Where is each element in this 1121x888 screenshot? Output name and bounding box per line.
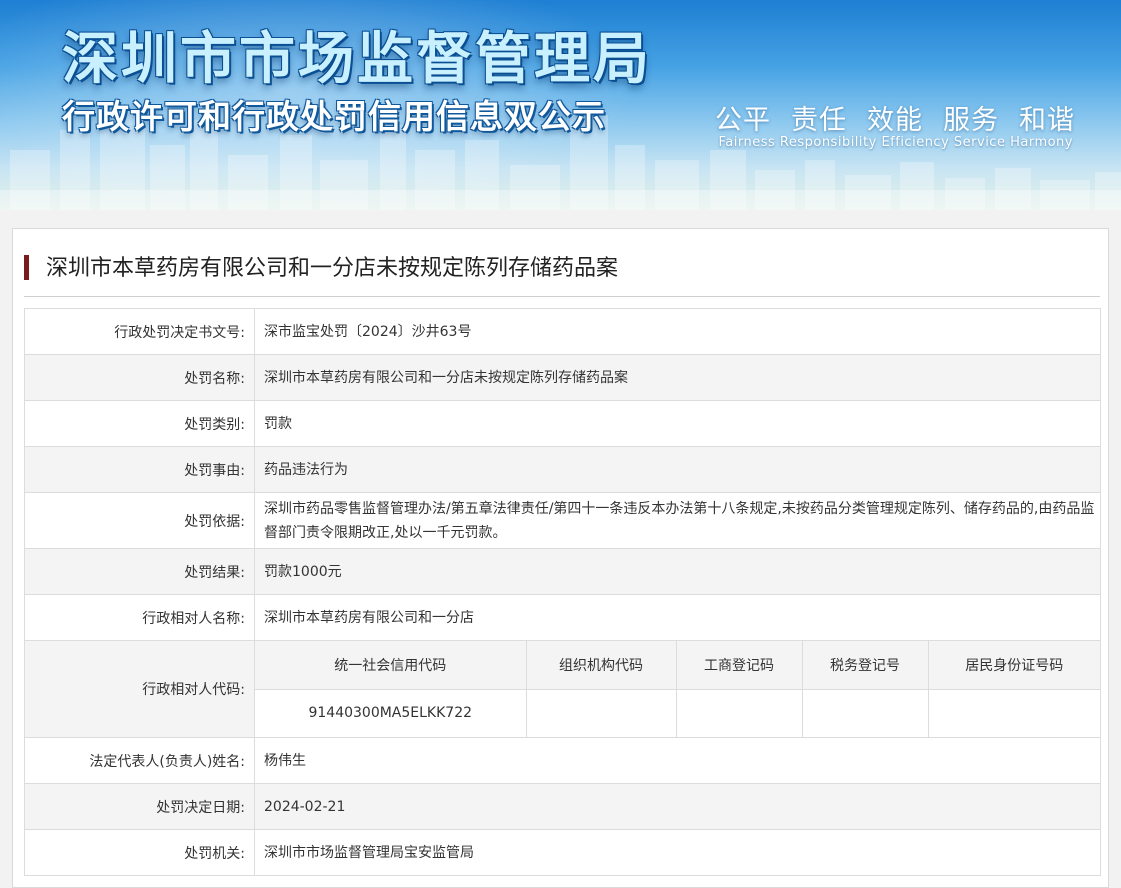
column-header: 税务登记号 <box>802 641 929 690</box>
field-label: 行政相对人代码: <box>24 640 255 738</box>
field-label: 行政相对人名称: <box>24 594 255 641</box>
table-row: 处罚机关: 深圳市市场监督管理局宝安监管局 <box>24 829 1101 876</box>
slogan-word: 和谐 <box>1019 105 1075 136</box>
slogan-english: Fairness Responsibility Efficiency Servi… <box>718 135 1073 150</box>
slogan-word: 服务 <box>943 105 999 136</box>
field-value: 杨伟生 <box>254 737 1101 784</box>
field-label: 处罚名称: <box>24 354 255 401</box>
party-code-value-row: 91440300MA5ELKK722 <box>255 689 1100 737</box>
field-value: 罚款 <box>254 400 1101 447</box>
column-header: 组织机构代码 <box>526 641 677 690</box>
table-row: 处罚名称: 深圳市本草药房有限公司和一分店未按规定陈列存储药品案 <box>24 354 1101 401</box>
field-label: 法定代表人(负责人)姓名: <box>24 737 255 784</box>
field-value: 深圳市本草药房有限公司和一分店 <box>254 594 1101 641</box>
table-row: 处罚类别: 罚款 <box>24 400 1101 447</box>
field-label: 处罚决定日期: <box>24 783 255 830</box>
table-row: 法定代表人(负责人)姓名: 杨伟生 <box>24 737 1101 784</box>
table-row: 处罚依据: 深圳市药品零售监督管理办法/第五章法律责任/第四十一条违反本办法第十… <box>24 492 1101 549</box>
field-value: 2024-02-21 <box>254 783 1101 830</box>
slogan-chinese: 公平 责任 效能 服务 和谐 <box>715 98 1075 137</box>
tax-reg-value <box>802 689 929 737</box>
field-value: 深市监宝处罚〔2024〕沙井63号 <box>254 308 1101 355</box>
credit-code-value: 91440300MA5ELKK722 <box>255 689 527 737</box>
case-title-block: 深圳市本草药房有限公司和一分店未按规定陈列存储药品案 <box>24 251 1100 297</box>
table-row: 行政相对人代码: 统一社会信用代码 组织机构代码 工商登记码 税务登记号 居民身… <box>24 640 1101 738</box>
org-code-value <box>526 689 677 737</box>
column-header: 居民身份证号码 <box>928 641 1100 690</box>
field-label: 处罚结果: <box>24 548 255 595</box>
slogan-word: 公平 <box>715 105 771 136</box>
field-value: 深圳市本草药房有限公司和一分店未按规定陈列存储药品案 <box>254 354 1101 401</box>
field-label: 行政处罚决定书文号: <box>24 308 255 355</box>
penalty-info-table: 行政处罚决定书文号: 深市监宝处罚〔2024〕沙井63号 处罚名称: 深圳市本草… <box>24 308 1101 876</box>
table-row: 处罚结果: 罚款1000元 <box>24 548 1101 595</box>
agency-title: 深圳市市场监督管理局 <box>62 27 652 92</box>
column-header: 统一社会信用代码 <box>255 641 527 690</box>
field-value: 罚款1000元 <box>254 548 1101 595</box>
table-row: 处罚决定日期: 2024-02-21 <box>24 783 1101 830</box>
field-value: 药品违法行为 <box>254 446 1101 493</box>
table-row: 行政处罚决定书文号: 深市监宝处罚〔2024〕沙井63号 <box>24 308 1101 355</box>
title-accent-bar <box>24 255 29 280</box>
table-row: 行政相对人名称: 深圳市本草药房有限公司和一分店 <box>24 594 1101 641</box>
slogan-word: 责任 <box>791 105 847 136</box>
business-reg-value <box>676 689 803 737</box>
table-row: 处罚事由: 药品违法行为 <box>24 446 1101 493</box>
party-code-cell: 统一社会信用代码 组织机构代码 工商登记码 税务登记号 居民身份证号码 9144… <box>254 640 1101 738</box>
id-card-value <box>928 689 1100 737</box>
content-panel: 深圳市本草药房有限公司和一分店未按规定陈列存储药品案 行政处罚决定书文号: 深市… <box>12 228 1109 888</box>
header-banner: 深圳市市场监督管理局 行政许可和行政处罚信用信息双公示 公平 责任 效能 服务 … <box>0 0 1121 210</box>
slogan-word: 效能 <box>867 105 923 136</box>
party-code-header-row: 统一社会信用代码 组织机构代码 工商登记码 税务登记号 居民身份证号码 <box>255 641 1100 690</box>
field-value: 深圳市药品零售监督管理办法/第五章法律责任/第四十一条违反本办法第十八条规定,未… <box>254 492 1101 549</box>
party-code-table: 统一社会信用代码 组织机构代码 工商登记码 税务登记号 居民身份证号码 9144… <box>255 641 1100 737</box>
field-label: 处罚依据: <box>24 492 255 549</box>
field-label: 处罚类别: <box>24 400 255 447</box>
site-subtitle: 行政许可和行政处罚信用信息双公示 <box>62 97 606 136</box>
field-label: 处罚机关: <box>24 829 255 876</box>
case-title: 深圳市本草药房有限公司和一分店未按规定陈列存储药品案 <box>46 256 619 281</box>
field-label: 处罚事由: <box>24 446 255 493</box>
field-value: 深圳市市场监督管理局宝安监管局 <box>254 829 1101 876</box>
column-header: 工商登记码 <box>676 641 803 690</box>
